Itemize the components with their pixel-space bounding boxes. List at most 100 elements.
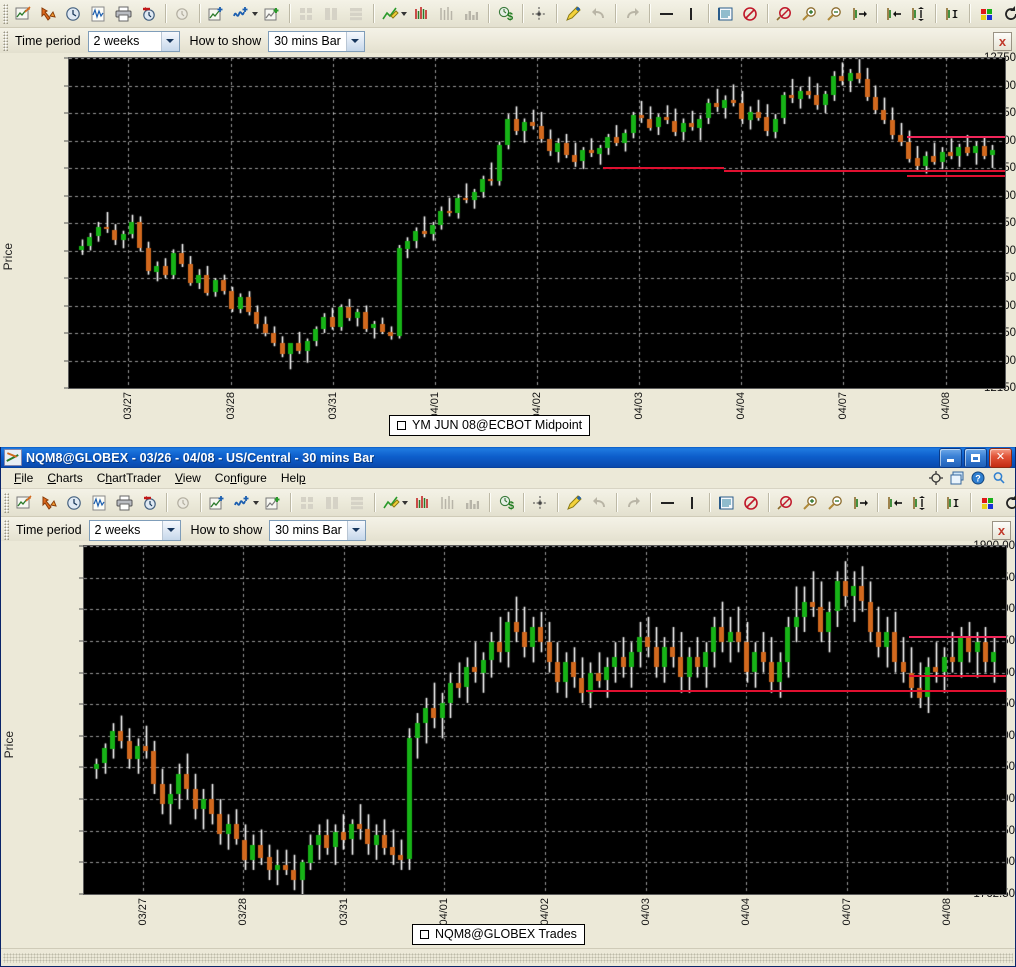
toolbar-bottom[interactable]: $ <box>1 489 1016 517</box>
price-level-line-support[interactable] <box>602 166 725 169</box>
reload-icon[interactable] <box>1000 491 1016 514</box>
price-level-line-support[interactable] <box>586 690 1006 693</box>
vertical-line-icon[interactable] <box>680 491 705 514</box>
zoom-in-icon[interactable] <box>797 2 822 25</box>
cursor-arrow-icon[interactable] <box>37 491 62 514</box>
undo-icon[interactable] <box>586 2 611 25</box>
bar-chart-icon[interactable] <box>410 491 435 514</box>
help-icon[interactable]: ? <box>971 471 985 485</box>
no-draw-icon[interactable] <box>772 2 797 25</box>
volume-chart-icon[interactable] <box>460 491 485 514</box>
line-study-icon[interactable] <box>379 491 404 514</box>
chevron-down-icon[interactable] <box>346 520 365 540</box>
price-level-line-resistance[interactable] <box>909 635 1006 638</box>
tile-horizontal-icon[interactable] <box>345 491 370 514</box>
add-chart-icon[interactable] <box>261 491 286 514</box>
toolbar-grip[interactable] <box>3 31 8 51</box>
add-study-icon[interactable] <box>230 491 255 514</box>
price-dollar-icon[interactable]: $ <box>493 2 518 25</box>
menu-item-configure[interactable]: Configure <box>208 469 274 487</box>
plot-canvas-top[interactable] <box>68 57 1006 389</box>
zoom-out-icon[interactable] <box>823 491 848 514</box>
indicator-page-icon[interactable] <box>87 491 112 514</box>
close-button[interactable]: ✕ <box>989 447 1012 468</box>
redo-icon[interactable] <box>621 491 646 514</box>
tile-vertical-icon[interactable] <box>319 2 344 25</box>
zoom-in-icon[interactable] <box>798 491 823 514</box>
candle-chart-icon[interactable] <box>434 2 459 25</box>
refresh-gray-icon[interactable] <box>171 491 196 514</box>
print-icon[interactable] <box>111 2 136 25</box>
tile-vertical-icon[interactable] <box>320 491 345 514</box>
color-palette-icon[interactable] <box>974 2 999 25</box>
refresh-gray-icon[interactable] <box>170 2 195 25</box>
compress-vertical-icon[interactable] <box>941 491 966 514</box>
print-icon[interactable] <box>112 491 137 514</box>
title-bar-bottom[interactable]: NQM8@GLOBEX - 03/26 - 04/08 - US/Central… <box>1 447 1015 468</box>
toolbar-grip[interactable] <box>3 3 8 24</box>
price-dollar-icon[interactable]: $ <box>494 491 519 514</box>
shift-left-icon[interactable] <box>881 2 906 25</box>
drawing-pencil-icon[interactable] <box>561 2 586 25</box>
vertical-line-icon[interactable] <box>679 2 704 25</box>
expand-vertical-icon[interactable] <box>906 2 931 25</box>
menu-bar[interactable]: File Charts ChartTrader View Configure Help? <box>1 468 1015 489</box>
tile-horizontal-icon[interactable] <box>344 2 369 25</box>
data-box-icon[interactable] <box>713 2 738 25</box>
windows-icon[interactable] <box>950 471 964 485</box>
zoom-out-icon[interactable] <box>822 2 847 25</box>
shift-left-icon[interactable] <box>882 491 907 514</box>
search-icon[interactable] <box>992 471 1006 485</box>
horizontal-line-icon[interactable] <box>654 2 679 25</box>
historical-clock-icon[interactable] <box>137 491 162 514</box>
horizontal-line-icon[interactable] <box>655 491 680 514</box>
clock-icon[interactable] <box>62 491 87 514</box>
no-draw-icon[interactable] <box>773 491 798 514</box>
no-entry-icon[interactable] <box>738 2 763 25</box>
data-box-icon[interactable] <box>714 491 739 514</box>
color-palette-icon[interactable] <box>975 491 1000 514</box>
shift-right-icon[interactable] <box>848 491 873 514</box>
tile-grid-icon[interactable] <box>294 2 319 25</box>
price-level-line-support-2[interactable] <box>724 170 1005 173</box>
close-param-bar-button[interactable]: x <box>993 31 1012 51</box>
add-chart-icon[interactable] <box>260 2 285 25</box>
target-icon[interactable] <box>929 471 943 485</box>
minimize-button[interactable] <box>939 447 962 468</box>
clock-icon[interactable] <box>61 2 86 25</box>
price-level-line-support-2[interactable] <box>909 675 1006 678</box>
bar-chart-icon[interactable] <box>409 2 434 25</box>
chevron-down-icon[interactable] <box>161 520 180 540</box>
maximize-button[interactable] <box>964 447 987 468</box>
historical-clock-icon[interactable] <box>136 2 161 25</box>
reload-icon[interactable] <box>999 2 1016 25</box>
expand-vertical-icon[interactable] <box>907 491 932 514</box>
add-indicator-icon[interactable] <box>205 491 230 514</box>
compress-vertical-icon[interactable] <box>940 2 965 25</box>
indicator-page-icon[interactable] <box>86 2 111 25</box>
price-level-line-resistance[interactable] <box>906 136 1005 139</box>
how-to-show-combo[interactable]: 30 mins Bar <box>268 30 365 52</box>
undo-icon[interactable] <box>587 491 612 514</box>
shift-right-icon[interactable] <box>847 2 872 25</box>
toolbar-grip[interactable] <box>4 492 9 513</box>
crosshair-icon[interactable] <box>527 2 552 25</box>
menu-item-file[interactable]: File <box>7 469 40 487</box>
volume-chart-icon[interactable] <box>459 2 484 25</box>
menu-item-charts[interactable]: Charts <box>40 469 89 487</box>
chevron-down-icon[interactable] <box>345 31 364 51</box>
time-period-combo[interactable]: 2 weeks <box>87 30 180 52</box>
redo-icon[interactable] <box>620 2 645 25</box>
legend-bottom[interactable]: NQM8@GLOBEX Trades <box>412 924 585 945</box>
chevron-down-icon[interactable] <box>160 31 179 51</box>
line-study-icon[interactable] <box>378 2 403 25</box>
add-study-icon[interactable] <box>229 2 254 25</box>
time-period-combo[interactable]: 2 weeks <box>88 519 181 541</box>
plot-canvas-bottom[interactable] <box>83 545 1007 895</box>
add-indicator-icon[interactable] <box>204 2 229 25</box>
tile-grid-icon[interactable] <box>295 491 320 514</box>
drawing-pencil-icon[interactable] <box>562 491 587 514</box>
legend-top[interactable]: YM JUN 08@ECBOT Midpoint <box>389 415 591 436</box>
how-to-show-combo[interactable]: 30 mins Bar <box>269 519 366 541</box>
close-param-bar-button[interactable]: x <box>992 520 1011 540</box>
